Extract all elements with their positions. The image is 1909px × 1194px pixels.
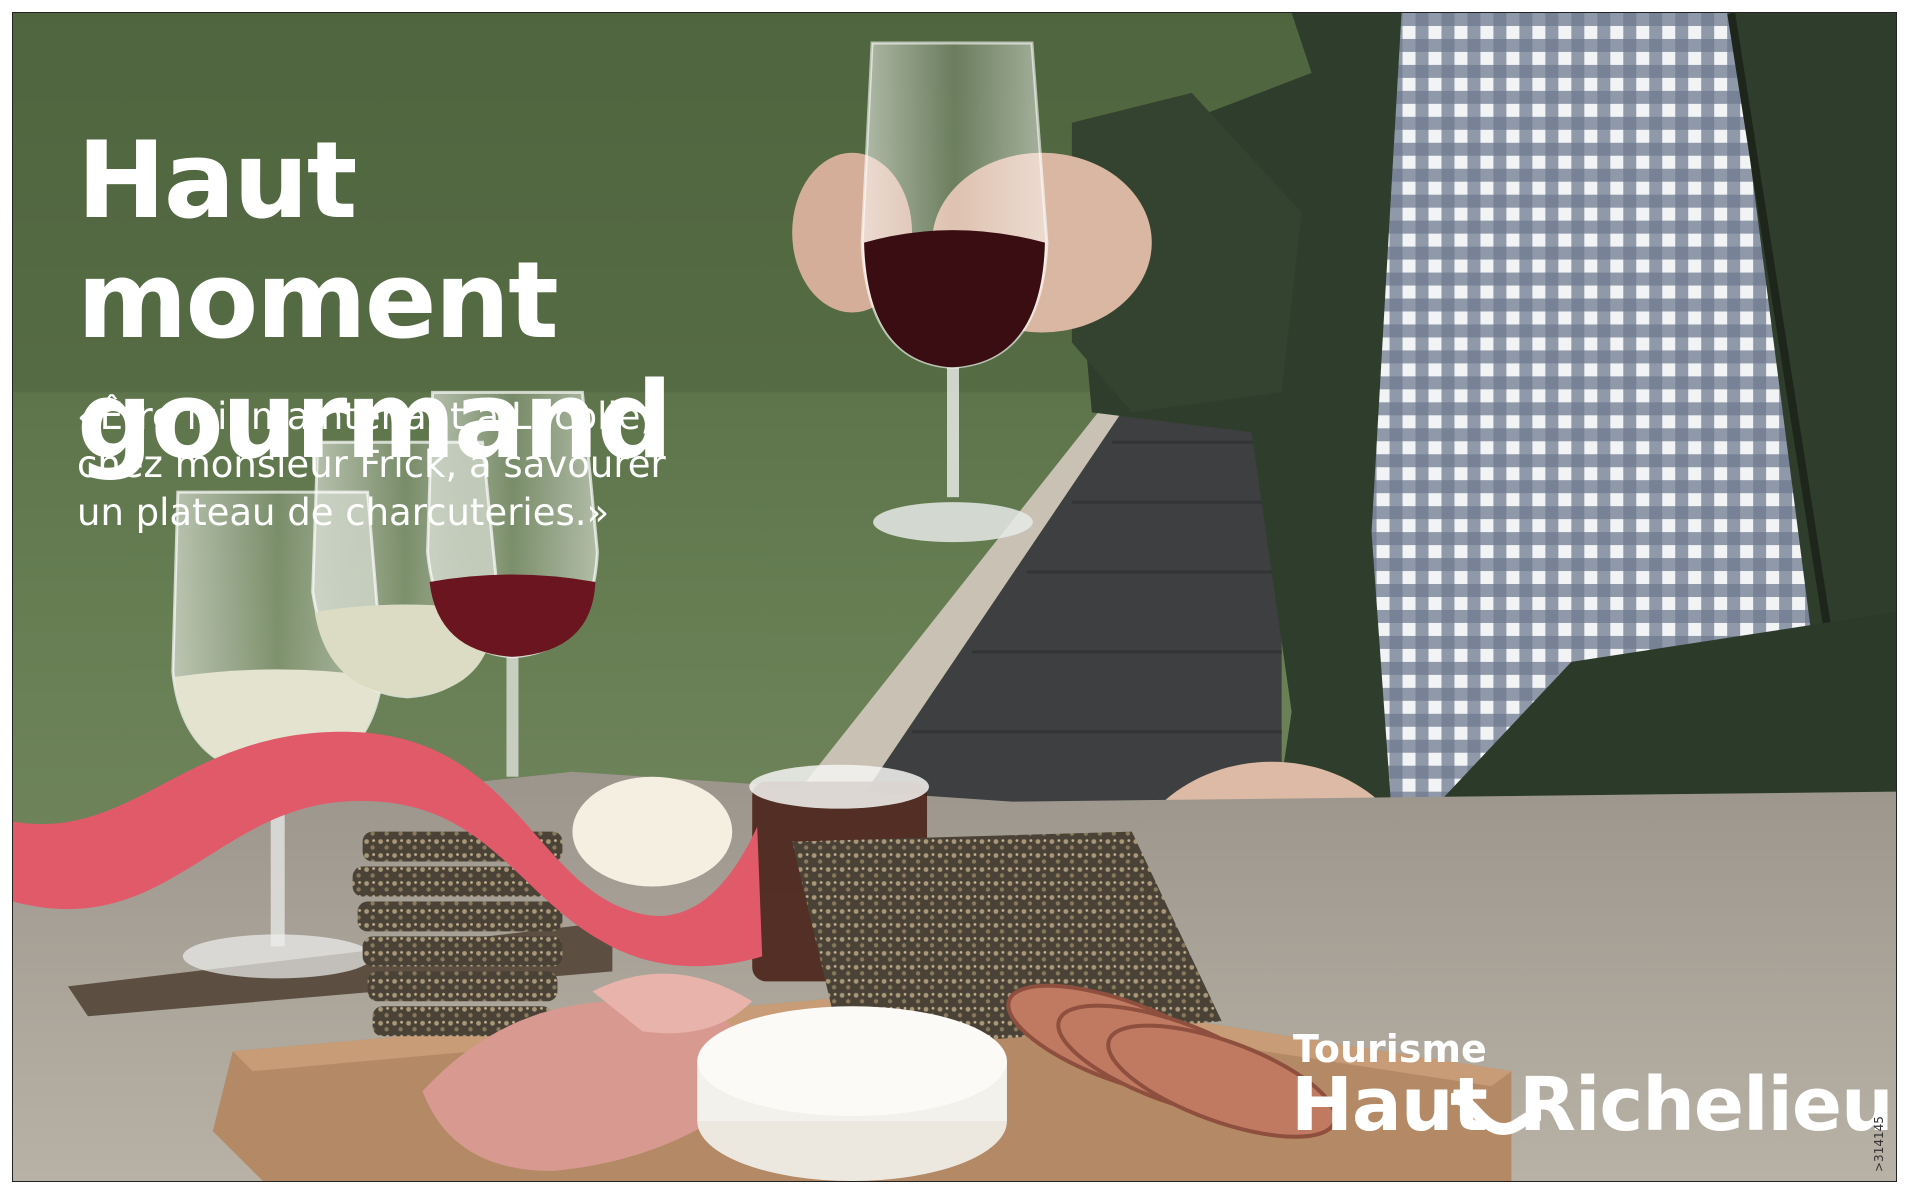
quote-line-2: chez monsieur Frick, à savourer (77, 443, 666, 486)
ad-reference-code: >314145 (1872, 1116, 1886, 1172)
brand-logo-richelieu: Richelieu (1519, 1062, 1894, 1148)
testimonial-quote: «Être ici, maintenant à Lacolle, chez mo… (77, 393, 717, 537)
quote-line-3: un plateau de charcuteries.» (77, 491, 610, 534)
quote-line-1: «Être ici, maintenant à Lacolle, (77, 395, 653, 438)
brand-logo-wordmark: Haut Richelieu (1291, 1065, 1894, 1145)
headline-line-1: Haut moment (77, 119, 559, 362)
advertisement: Haut moment gourmand «Être ici, maintena… (12, 12, 1897, 1182)
